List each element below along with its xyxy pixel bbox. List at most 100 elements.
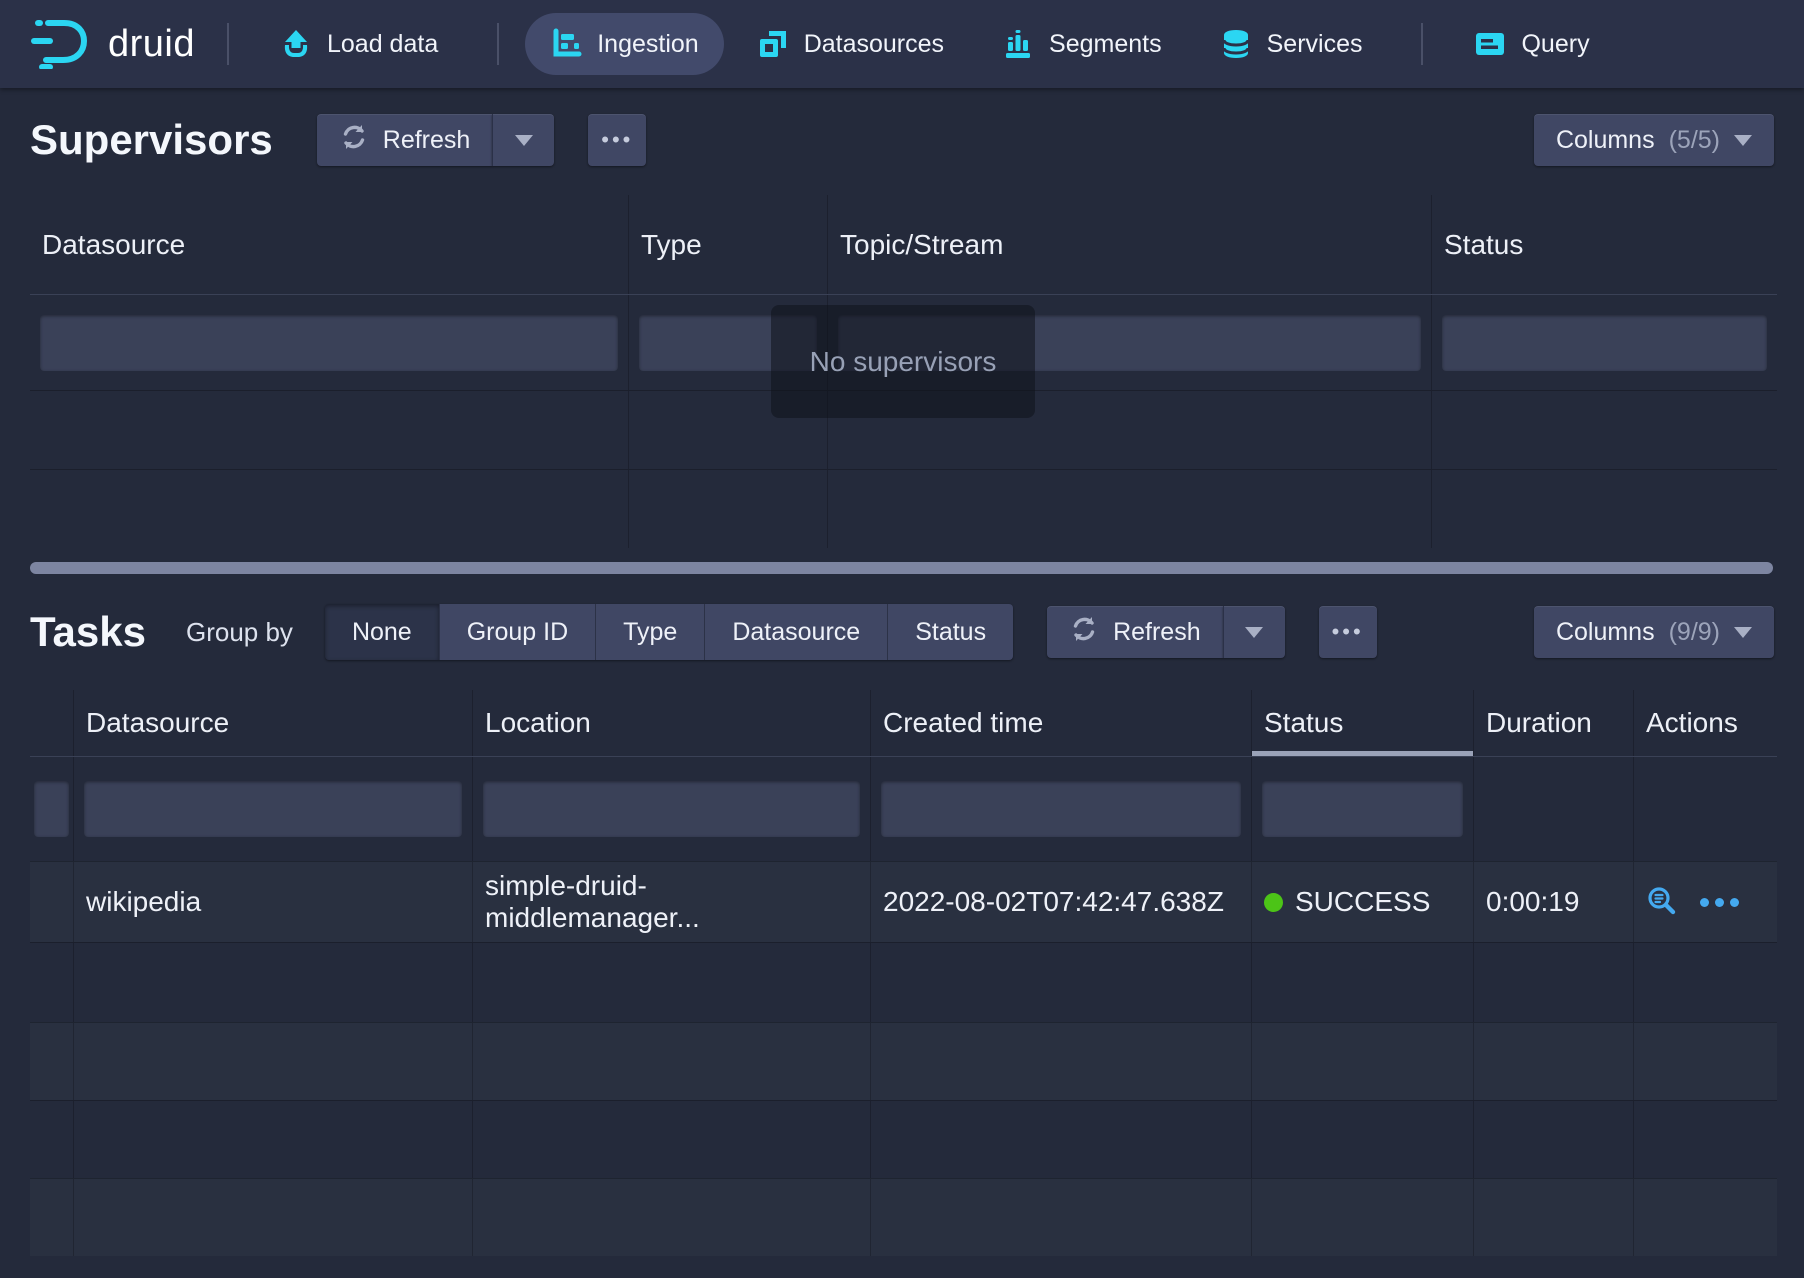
nav-divider xyxy=(1421,23,1423,65)
column-header-created-time[interactable]: Created time xyxy=(871,690,1252,756)
nav-item-label: Ingestion xyxy=(597,30,698,59)
nav-item-label: Query xyxy=(1521,30,1589,59)
nav-item-label: Services xyxy=(1267,30,1363,59)
table-row xyxy=(30,1022,1777,1100)
task-cell-duration[interactable]: 0:00:19 xyxy=(1474,862,1634,942)
tasks-refresh-caret-button[interactable] xyxy=(1223,606,1285,658)
column-header-type[interactable]: Type xyxy=(629,195,828,294)
supervisors-columns-button[interactable]: Columns (5/5) xyxy=(1534,114,1774,166)
task-row-wikipedia[interactable]: wikipedia simple-druid-middlemanager... … xyxy=(30,861,1777,942)
status-text: SUCCESS xyxy=(1295,886,1430,918)
druid-console: druid Load data Ingestio xyxy=(0,0,1804,1278)
filter-input-status[interactable] xyxy=(1442,315,1767,371)
chevron-down-icon xyxy=(1734,627,1752,638)
nav-item-services[interactable]: Services xyxy=(1195,13,1388,75)
tasks-refresh-button[interactable]: Refresh xyxy=(1047,606,1223,658)
bar-chart-icon xyxy=(1002,28,1034,60)
nav-item-label: Load data xyxy=(327,30,438,59)
column-header-actions[interactable]: Actions xyxy=(1634,690,1777,756)
nav-item-query[interactable]: Query xyxy=(1449,13,1614,75)
brand-name: druid xyxy=(108,23,195,66)
success-status-dot xyxy=(1264,893,1283,912)
table-row xyxy=(30,1100,1777,1178)
more-icon: ••• xyxy=(1332,619,1364,645)
upload-icon xyxy=(280,28,312,60)
filter-input-created-time[interactable] xyxy=(881,781,1241,837)
supervisors-title: Supervisors xyxy=(30,116,273,164)
gantt-chart-icon xyxy=(550,28,582,60)
group-by-group-id-button[interactable]: Group ID xyxy=(440,604,596,660)
group-by-none-button[interactable]: None xyxy=(325,604,440,660)
tasks-table-header: Datasource Location Created time Status … xyxy=(30,690,1777,757)
supervisors-header-bar: Supervisors Refresh ••• xyxy=(30,108,1774,172)
chevron-down-icon xyxy=(1734,135,1752,146)
no-supervisors-message: No supervisors xyxy=(771,305,1035,418)
chevron-down-icon xyxy=(515,135,533,146)
tasks-title: Tasks xyxy=(30,608,146,656)
supervisors-refresh-caret-button[interactable] xyxy=(492,114,554,166)
search-detail-icon xyxy=(1646,885,1678,920)
nav-divider xyxy=(227,23,229,65)
nav-divider xyxy=(497,23,499,65)
tasks-table: Datasource Location Created time Status … xyxy=(30,690,1777,1256)
console-icon xyxy=(1474,28,1506,60)
tasks-columns-button[interactable]: Columns (9/9) xyxy=(1534,606,1774,658)
refresh-icon xyxy=(1069,614,1099,651)
supervisors-table: Datasource Type Topic/Stream Status No s… xyxy=(30,195,1777,575)
column-header-status[interactable]: Status xyxy=(1252,690,1474,756)
group-by-status-button[interactable]: Status xyxy=(888,604,1013,660)
tasks-refresh-group: Refresh xyxy=(1047,606,1285,658)
supervisors-refresh-group: Refresh xyxy=(317,114,555,166)
tasks-filter-row xyxy=(30,757,1777,861)
supervisors-refresh-button[interactable]: Refresh xyxy=(317,114,493,166)
horizontal-scrollbar[interactable] xyxy=(30,562,1773,574)
refresh-label: Refresh xyxy=(383,126,471,155)
filter-input-datasource[interactable] xyxy=(84,781,462,837)
task-cell-location[interactable]: simple-druid-middlemanager... xyxy=(473,862,871,942)
columns-label: Columns xyxy=(1556,126,1655,155)
column-header-datasource[interactable]: Datasource xyxy=(74,690,473,756)
group-by-label: Group by xyxy=(186,617,293,648)
column-header-duration[interactable]: Duration xyxy=(1474,690,1634,756)
group-by-type-button[interactable]: Type xyxy=(596,604,705,660)
filter-input-status[interactable] xyxy=(1262,781,1463,837)
task-cell-created-time[interactable]: 2022-08-02T07:42:47.638Z xyxy=(871,862,1252,942)
nav-item-datasources[interactable]: Datasources xyxy=(732,13,969,75)
task-cell-datasource[interactable]: wikipedia xyxy=(74,862,473,942)
column-header-expander xyxy=(30,690,74,756)
column-header-datasource[interactable]: Datasource xyxy=(30,195,629,294)
table-row xyxy=(30,469,1777,548)
columns-count: (5/5) xyxy=(1669,126,1720,155)
chevron-down-icon xyxy=(1245,627,1263,638)
table-row xyxy=(30,1178,1777,1256)
group-by-button-group: None Group ID Type Datasource Status xyxy=(325,604,1013,660)
view-task-detail-button[interactable] xyxy=(1646,885,1678,920)
column-header-location[interactable]: Location xyxy=(473,690,871,756)
task-cell-status[interactable]: SUCCESS xyxy=(1252,862,1474,942)
task-cell-actions xyxy=(1634,862,1777,942)
more-actions-icon xyxy=(1700,898,1739,907)
supervisors-table-header: Datasource Type Topic/Stream Status xyxy=(30,195,1777,295)
top-nav: druid Load data Ingestio xyxy=(0,0,1804,88)
druid-logo[interactable]: druid xyxy=(30,15,195,74)
druid-logo-icon xyxy=(30,15,94,74)
task-cell-expander xyxy=(30,862,74,942)
nav-item-label: Segments xyxy=(1049,30,1162,59)
more-icon: ••• xyxy=(601,127,633,153)
nav-item-load-data[interactable]: Load data xyxy=(255,13,463,75)
columns-count: (9/9) xyxy=(1669,618,1720,647)
nav-item-label: Datasources xyxy=(804,30,944,59)
column-header-status[interactable]: Status xyxy=(1432,195,1777,294)
nav-item-ingestion[interactable]: Ingestion xyxy=(525,13,723,75)
tasks-header-bar: Tasks Group by None Group ID Type Dataso… xyxy=(30,600,1774,664)
supervisors-more-button[interactable]: ••• xyxy=(588,114,646,166)
refresh-label: Refresh xyxy=(1113,618,1201,647)
tasks-more-button[interactable]: ••• xyxy=(1319,606,1377,658)
task-more-actions-button[interactable] xyxy=(1700,898,1739,907)
nav-item-segments[interactable]: Segments xyxy=(977,13,1187,75)
filter-input-datasource[interactable] xyxy=(40,315,618,371)
filter-input-location[interactable] xyxy=(483,781,860,837)
group-by-datasource-button[interactable]: Datasource xyxy=(705,604,888,660)
column-header-topic-stream[interactable]: Topic/Stream xyxy=(828,195,1432,294)
filter-input-expander[interactable] xyxy=(34,781,69,837)
